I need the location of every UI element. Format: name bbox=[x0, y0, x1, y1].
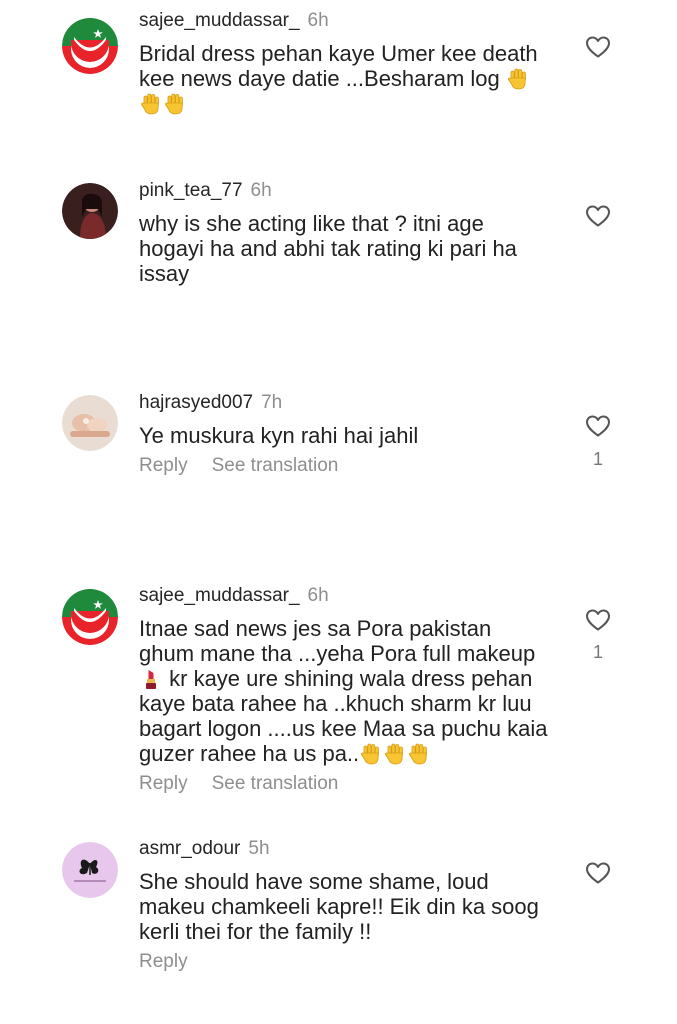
raised-hand-emoji-icon bbox=[408, 743, 430, 765]
pti-flag-avatar-icon bbox=[62, 18, 118, 74]
timestamp: 7h bbox=[261, 392, 283, 413]
avatar[interactable] bbox=[62, 183, 118, 239]
username[interactable]: asmr_odour bbox=[139, 838, 240, 859]
comment-meta: sajee_muddassar_ 6h bbox=[139, 8, 329, 34]
comment-text-line: guzer rahee ha us pa.. bbox=[139, 741, 569, 766]
comment-text-line: Bridal dress pehan kaye Umer kee death bbox=[139, 41, 538, 66]
comment-meta: pink_tea_77 6h bbox=[139, 178, 272, 204]
raised-hand-emoji-icon bbox=[140, 93, 162, 115]
comment-text-line: kr kaye ure shining wala dress pehan bbox=[139, 666, 569, 691]
comment-text: Bridal dress pehan kaye Umer kee death k… bbox=[139, 41, 569, 116]
comment-text: Ye muskura kyn rahi hai jahil bbox=[139, 423, 569, 448]
pti-flag-avatar-icon bbox=[62, 589, 118, 645]
username[interactable]: hajrasyed007 bbox=[139, 392, 253, 413]
like-heart-icon[interactable] bbox=[585, 861, 611, 885]
like-count: 1 bbox=[592, 449, 603, 469]
timestamp: 6h bbox=[250, 180, 272, 201]
see-translation-button[interactable]: See translation bbox=[212, 454, 339, 478]
timestamp: 6h bbox=[307, 585, 329, 606]
username[interactable]: sajee_muddassar_ bbox=[139, 585, 300, 606]
comment-text-line bbox=[139, 91, 569, 116]
comment-text-line: kee news daye datie ...Besharam log bbox=[139, 66, 569, 91]
like-count: 1 bbox=[592, 642, 603, 662]
comment-text-line: issay bbox=[139, 261, 190, 286]
see-translation-button[interactable]: See translation bbox=[212, 772, 339, 796]
raised-hand-emoji-icon bbox=[507, 68, 529, 90]
comment-actions: Reply See translation bbox=[139, 772, 338, 796]
raised-hand-emoji-icon bbox=[360, 743, 382, 765]
butterfly-avatar-icon bbox=[62, 842, 118, 898]
comment-text: why is she acting like that ? itni age h… bbox=[139, 211, 569, 286]
like-heart-icon[interactable] bbox=[585, 204, 611, 228]
like-heart-icon[interactable] bbox=[585, 608, 611, 632]
comment-actions: Reply See translation bbox=[139, 454, 338, 478]
avatar[interactable] bbox=[62, 395, 118, 451]
like-heart-icon[interactable] bbox=[585, 414, 611, 438]
comment-meta: sajee_muddassar_ 6h bbox=[139, 583, 329, 609]
comment-text-line: bagart logon ....us kee Maa sa puchu kai… bbox=[139, 716, 548, 741]
comment-text: She should have some shame, loud makeu c… bbox=[139, 869, 569, 944]
like-heart-icon[interactable] bbox=[585, 35, 611, 59]
comment-text-line: why is she acting like that ? itni age bbox=[139, 211, 484, 236]
comment-text-line: kaye bata rahee ha ..khuch sharm kr luu bbox=[139, 691, 532, 716]
comment-meta: hajrasyed007 7h bbox=[139, 390, 282, 416]
comment-text: Itnae sad news jes sa Pora pakistan ghum… bbox=[139, 616, 569, 766]
username[interactable]: sajee_muddassar_ bbox=[139, 10, 300, 31]
comment-text-line: kerli thei for the family !! bbox=[139, 919, 372, 944]
timestamp: 5h bbox=[248, 838, 270, 859]
comment-actions: Reply bbox=[139, 950, 212, 974]
reply-button[interactable]: Reply bbox=[139, 950, 188, 974]
avatar[interactable] bbox=[62, 842, 118, 898]
timestamp: 6h bbox=[307, 10, 329, 31]
lipstick-emoji-icon bbox=[140, 668, 162, 690]
comment-text-line: Itnae sad news jes sa Pora pakistan bbox=[139, 616, 492, 641]
raised-hand-emoji-icon bbox=[384, 743, 406, 765]
avatar[interactable] bbox=[62, 589, 118, 645]
reply-button[interactable]: Reply bbox=[139, 772, 188, 796]
comment-text-line: ghum mane tha ...yeha Pora full makeup bbox=[139, 641, 536, 666]
reply-button[interactable]: Reply bbox=[139, 454, 188, 478]
comment-text-line: She should have some shame, loud bbox=[139, 869, 489, 894]
avatar[interactable] bbox=[62, 18, 118, 74]
profile-photo-avatar-icon bbox=[62, 395, 118, 451]
username[interactable]: pink_tea_77 bbox=[139, 180, 243, 201]
comment-meta: asmr_odour 5h bbox=[139, 836, 270, 862]
comment-text-line: makeu chamkeeli kapre!! Eik din ka soog bbox=[139, 894, 539, 919]
profile-photo-avatar-icon bbox=[62, 183, 118, 239]
comment-text-line: Ye muskura kyn rahi hai jahil bbox=[139, 423, 419, 448]
comment-text-line: hogayi ha and abhi tak rating ki pari ha bbox=[139, 236, 517, 261]
raised-hand-emoji-icon bbox=[164, 93, 186, 115]
